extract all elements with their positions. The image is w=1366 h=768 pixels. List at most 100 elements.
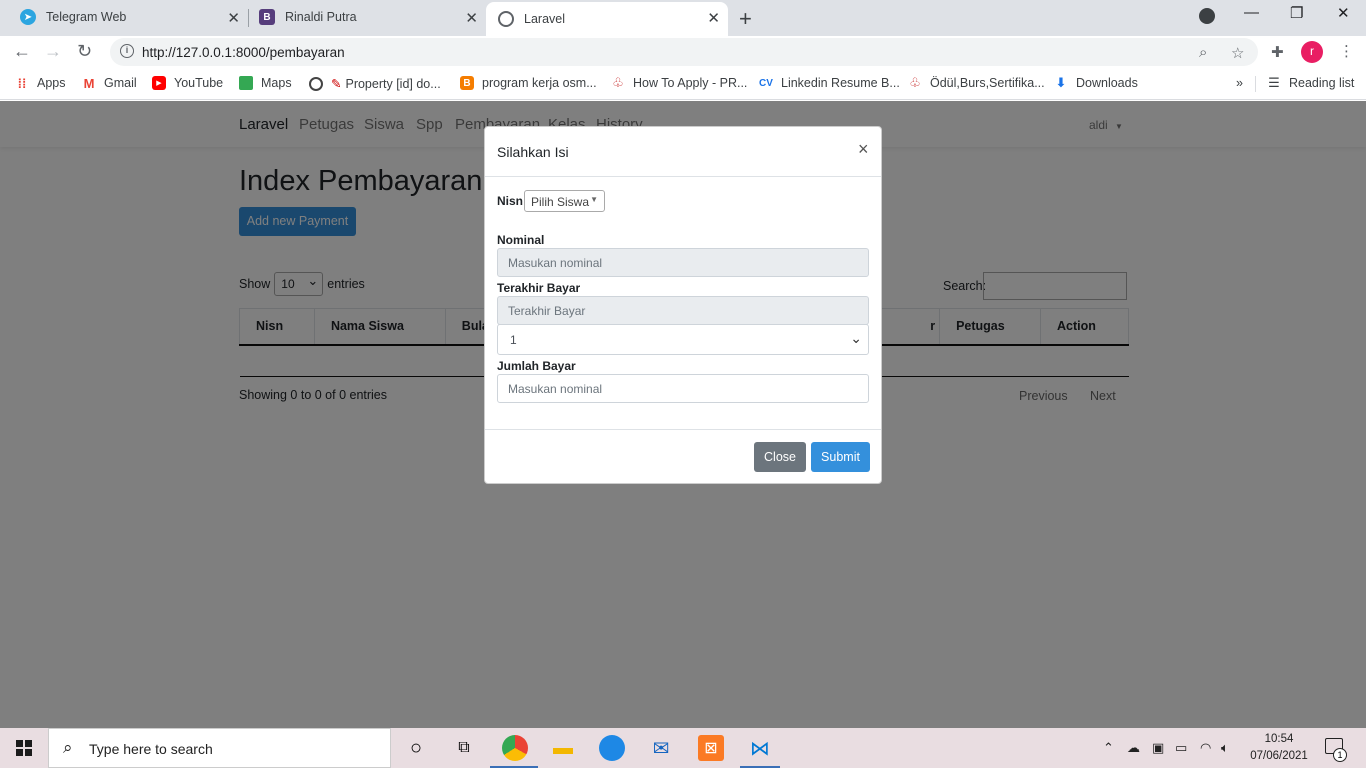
youtube-icon: ▶ <box>152 76 166 90</box>
clock-time: 10:54 <box>1264 733 1294 745</box>
menu-kebab-icon[interactable]: ⋮ <box>1339 42 1354 60</box>
tab-laravel[interactable]: Laravel ✕ <box>486 2 728 36</box>
xampp-icon[interactable]: ⊠ <box>698 735 724 761</box>
bookmark-label: Apps <box>37 76 66 90</box>
tulip-icon: ♧ <box>909 75 921 90</box>
extensions-icon[interactable]: ✚ <box>1271 43 1284 61</box>
cortana-icon[interactable]: ○ <box>403 735 429 761</box>
payment-modal: Silahkan Isi × Nisn Pilih Siswa ▼ Nomina… <box>484 126 882 484</box>
bookmark-linkedin-resume[interactable]: CV Linkedin Resume B... <box>759 76 900 90</box>
windows-start-icon[interactable] <box>16 740 32 756</box>
window-close-icon[interactable]: ✕ <box>1337 4 1350 22</box>
taskbar-search-box[interactable]: ⌕ Type here to search <box>48 728 391 768</box>
jumlah-bayar-field[interactable]: Masukan nominal <box>497 374 869 403</box>
onedrive-icon[interactable]: ☁ <box>1127 740 1140 756</box>
bookmark-odul-burs[interactable]: ♧ Ödül,Burs,Sertifika... <box>908 75 1045 90</box>
download-icon: ⬇ <box>1055 75 1067 90</box>
vscode-icon[interactable]: ⋈ <box>747 735 773 761</box>
windows-taskbar: ⌕ Type here to search ○ ⧉ ▬ ✉ ⊠ ⋈ ⌃ ☁ ▣ … <box>0 728 1366 768</box>
taskbar-search-placeholder: Type here to search <box>89 741 213 757</box>
bookmarks-bar: ⁞⁞ Apps M Gmail ▶ YouTube Maps ✎ Propert… <box>0 68 1366 100</box>
close-tab-icon[interactable]: ✕ <box>227 9 240 27</box>
divider <box>1255 76 1256 92</box>
notification-count-badge: 1 <box>1333 748 1347 762</box>
volume-icon[interactable]: 🔈︎ <box>1221 740 1229 756</box>
nominal-field[interactable]: Masukan nominal <box>497 248 869 277</box>
task-view-icon[interactable]: ⧉ <box>451 735 477 761</box>
reading-list-icon: ☰ <box>1268 75 1280 90</box>
edge-icon[interactable] <box>599 735 625 761</box>
close-tab-icon[interactable]: ✕ <box>707 9 720 27</box>
tulip-icon: ♧ <box>612 75 624 90</box>
bulan-select-value: 1 <box>510 333 517 347</box>
minimize-icon[interactable]: — <box>1244 4 1259 21</box>
back-icon[interactable]: ← <box>13 41 31 62</box>
pen-icon: ✎ <box>331 77 342 91</box>
bookmark-property[interactable]: ✎ Property [id] do... <box>309 76 441 91</box>
reload-icon[interactable]: ↻ <box>77 41 92 62</box>
bookmark-label: Maps <box>261 76 292 90</box>
nisn-select-value: Pilih Siswa <box>531 195 590 209</box>
bookmark-youtube[interactable]: ▶ YouTube <box>152 76 223 90</box>
site-info-icon[interactable]: i <box>120 44 134 58</box>
bookmark-label: Ödül,Burs,Sertifika... <box>930 76 1045 90</box>
chrome-icon[interactable] <box>502 735 528 761</box>
modal-title: Silahkan Isi <box>497 144 569 160</box>
modal-footer-divider <box>485 429 881 430</box>
close-button[interactable]: Close <box>754 442 806 472</box>
blogger-icon: B <box>460 76 474 90</box>
reading-list-label: Reading list <box>1289 76 1355 90</box>
bookmark-label: YouTube <box>174 76 224 90</box>
browser-toolbar: ← → ↻ i http://127.0.0.1:8000/pembayaran… <box>0 36 1366 68</box>
nisn-label: Nisn <box>497 194 524 208</box>
forward-icon[interactable]: → <box>44 41 62 62</box>
close-tab-icon[interactable]: ✕ <box>465 9 478 27</box>
new-tab-button[interactable]: + <box>739 6 752 32</box>
bootstrap-icon: B <box>259 9 275 25</box>
bookmark-how-to-apply[interactable]: ♧ How To Apply - PR... <box>611 75 747 90</box>
nominal-label: Nominal <box>497 233 545 247</box>
url-text[interactable]: http://127.0.0.1:8000/pembayaran <box>142 45 345 60</box>
meet-now-icon[interactable]: ▣ <box>1152 740 1164 756</box>
wifi-icon[interactable]: ◠ <box>1200 740 1211 756</box>
close-icon[interactable]: × <box>858 139 869 160</box>
zoom-icon[interactable]: ⌕ <box>1199 44 1207 61</box>
tab-title: Rinaldi Putra <box>285 10 357 24</box>
bookmark-label: Property [id] do... <box>345 76 441 91</box>
nisn-select[interactable]: Pilih Siswa ▼ <box>524 190 605 212</box>
tray-overflow-icon[interactable]: ⌃ <box>1103 740 1114 756</box>
jumlah-bayar-label: Jumlah Bayar <box>497 359 576 373</box>
bookmark-downloads[interactable]: ⬇ Downloads <box>1054 75 1138 90</box>
bookmark-label: Gmail <box>104 76 137 90</box>
caret-down-icon: ▼ <box>590 195 598 204</box>
terakhir-bayar-label: Terakhir Bayar <box>497 281 581 295</box>
bulan-select[interactable]: 1 ⌄ <box>497 324 869 355</box>
system-clock[interactable]: 10:54 07/06/2021 <box>1249 731 1309 765</box>
bookmarks-overflow-button[interactable]: » <box>1236 76 1243 90</box>
tab-telegram-web[interactable]: ➤ Telegram Web ✕ <box>8 0 248 34</box>
gmail-icon: M <box>83 75 95 91</box>
address-bar[interactable]: i http://127.0.0.1:8000/pembayaran ⌕ ☆ <box>110 38 1258 66</box>
bookmark-label: Downloads <box>1076 76 1138 90</box>
file-explorer-icon[interactable]: ▬ <box>550 735 576 761</box>
search-icon: ⌕ <box>63 738 73 757</box>
submit-button[interactable]: Submit <box>811 442 870 472</box>
bookmark-gmail[interactable]: M Gmail <box>82 75 137 91</box>
cv-icon: CV <box>759 77 773 89</box>
avatar[interactable]: r <box>1301 41 1323 63</box>
telegram-icon: ➤ <box>20 9 36 25</box>
tab-rinaldi-putra[interactable]: B Rinaldi Putra ✕ <box>249 0 486 34</box>
bookmark-program-kerja[interactable]: B program kerja osm... <box>460 76 597 90</box>
bookmark-star-icon[interactable]: ☆ <box>1231 44 1244 62</box>
reading-list-button[interactable]: ☰ Reading list <box>1267 75 1355 90</box>
bookmark-label: program kerja osm... <box>482 76 597 90</box>
mail-icon[interactable]: ✉ <box>648 735 674 761</box>
battery-icon[interactable]: ▭ <box>1175 740 1187 756</box>
bookmark-maps[interactable]: Maps <box>239 76 292 90</box>
apps-grid-icon: ⁞⁞ <box>17 75 27 91</box>
restore-icon[interactable]: ❐ <box>1290 4 1303 22</box>
terakhir-bayar-field[interactable]: Terakhir Bayar <box>497 296 869 325</box>
bookmark-apps[interactable]: ⁞⁞ Apps <box>15 75 66 91</box>
tab-search-icon[interactable] <box>1199 8 1215 24</box>
maps-icon <box>239 76 253 90</box>
